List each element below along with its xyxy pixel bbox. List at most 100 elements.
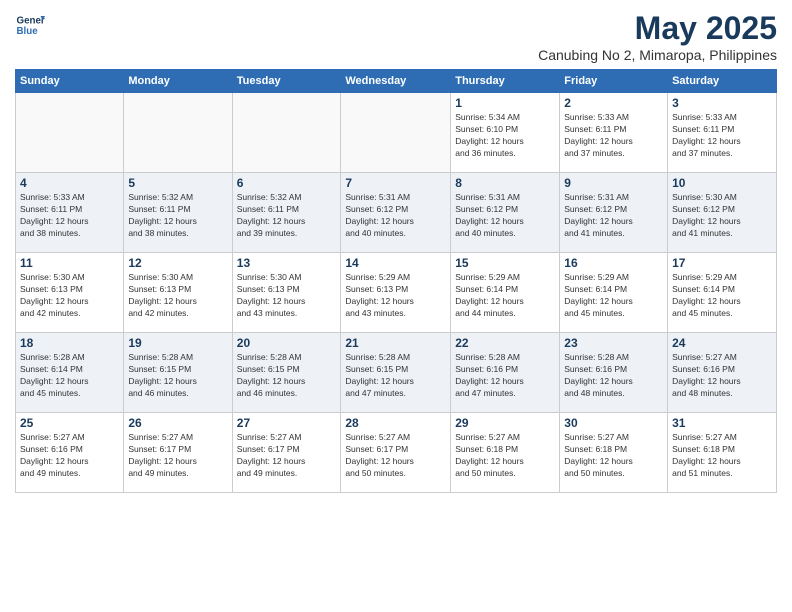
day-info: Sunrise: 5:29 AM Sunset: 6:14 PM Dayligh… [455,272,555,320]
calendar-cell-r1-c5: 9 Sunrise: 5:31 AM Sunset: 6:12 PM Daylig… [560,173,668,253]
day-number: 23 [564,336,663,350]
day-info: Sunrise: 5:29 AM Sunset: 6:13 PM Dayligh… [345,272,446,320]
day-info: Sunrise: 5:27 AM Sunset: 6:17 PM Dayligh… [345,432,446,480]
day-info: Sunrise: 5:31 AM Sunset: 6:12 PM Dayligh… [564,192,663,240]
day-number: 3 [672,96,772,110]
day-number: 7 [345,176,446,190]
calendar-cell-r2-c3: 14Sunrise: 5:29 AM Sunset: 6:13 PM Dayli… [341,253,451,333]
calendar-cell-r0-c6: 3 Sunrise: 5:33 AM Sunset: 6:11 PM Daylig… [668,93,777,173]
day-number: 9 [564,176,663,190]
calendar-cell-r4-c6: 31 Sunrise: 5:27 AM Sunset: 6:18 PM Dayli… [668,413,777,493]
day-info: Sunrise: 5:27 AM Sunset: 6:16 PM Dayligh… [672,352,772,400]
svg-text:Blue: Blue [17,26,39,37]
calendar-cell-r3-c0: 18 Sunrise: 5:28 AM Sunset: 6:14 PM Dayli… [16,333,124,413]
logo-icon: General Blue [15,10,45,40]
day-info: Sunrise: 5:32 AM Sunset: 6:11 PM Dayligh… [128,192,227,240]
header: General Blue May 2025 Canubing No 2, Mim… [15,10,777,63]
day-number: 6 [237,176,337,190]
calendar-cell-r1-c1: 5 Sunrise: 5:32 AM Sunset: 6:11 PM Daylig… [124,173,232,253]
day-info: Sunrise: 5:27 AM Sunset: 6:16 PM Dayligh… [20,432,119,480]
day-number: 21 [345,336,446,350]
calendar-cell-r2-c1: 12Sunrise: 5:30 AM Sunset: 6:13 PM Dayli… [124,253,232,333]
day-info: Sunrise: 5:28 AM Sunset: 6:16 PM Dayligh… [564,352,663,400]
calendar-cell-r4-c1: 26Sunrise: 5:27 AM Sunset: 6:17 PM Dayli… [124,413,232,493]
day-info: Sunrise: 5:30 AM Sunset: 6:13 PM Dayligh… [20,272,119,320]
day-number: 16 [564,256,663,270]
svg-text:General: General [17,16,46,27]
day-info: Sunrise: 5:28 AM Sunset: 6:16 PM Dayligh… [455,352,555,400]
calendar-row-0: 1 Sunrise: 5:34 AM Sunset: 6:10 PM Daylig… [16,93,777,173]
day-number: 26 [128,416,227,430]
day-info: Sunrise: 5:30 AM Sunset: 6:13 PM Dayligh… [237,272,337,320]
calendar-cell-r3-c2: 20Sunrise: 5:28 AM Sunset: 6:15 PM Dayli… [232,333,341,413]
calendar-cell-r1-c6: 10 Sunrise: 5:30 AM Sunset: 6:12 PM Dayli… [668,173,777,253]
calendar-cell-r0-c1 [124,93,232,173]
calendar-cell-r3-c1: 19 Sunrise: 5:28 AM Sunset: 6:15 PM Dayli… [124,333,232,413]
day-number: 29 [455,416,555,430]
calendar-cell-r4-c4: 29 Sunrise: 5:27 AM Sunset: 6:18 PM Dayli… [451,413,560,493]
day-number: 1 [455,96,555,110]
day-info: Sunrise: 5:28 AM Sunset: 6:15 PM Dayligh… [128,352,227,400]
day-info: Sunrise: 5:32 AM Sunset: 6:11 PM Dayligh… [237,192,337,240]
title-section: May 2025 Canubing No 2, Mimaropa, Philip… [538,10,777,63]
day-info: Sunrise: 5:28 AM Sunset: 6:14 PM Dayligh… [20,352,119,400]
day-number: 2 [564,96,663,110]
calendar-row-4: 25Sunrise: 5:27 AM Sunset: 6:16 PM Dayli… [16,413,777,493]
day-number: 18 [20,336,119,350]
calendar-cell-r0-c0 [16,93,124,173]
calendar-cell-r0-c4: 1 Sunrise: 5:34 AM Sunset: 6:10 PM Daylig… [451,93,560,173]
day-number: 19 [128,336,227,350]
day-info: Sunrise: 5:27 AM Sunset: 6:17 PM Dayligh… [237,432,337,480]
calendar-cell-r4-c2: 27Sunrise: 5:27 AM Sunset: 6:17 PM Dayli… [232,413,341,493]
day-info: Sunrise: 5:30 AM Sunset: 6:13 PM Dayligh… [128,272,227,320]
page: General Blue May 2025 Canubing No 2, Mim… [0,0,792,612]
day-number: 24 [672,336,772,350]
day-number: 15 [455,256,555,270]
calendar-cell-r2-c2: 13 Sunrise: 5:30 AM Sunset: 6:13 PM Dayli… [232,253,341,333]
calendar-row-1: 4 Sunrise: 5:33 AM Sunset: 6:11 PM Daylig… [16,173,777,253]
day-number: 13 [237,256,337,270]
day-number: 17 [672,256,772,270]
day-info: Sunrise: 5:28 AM Sunset: 6:15 PM Dayligh… [237,352,337,400]
calendar-cell-r4-c3: 28 Sunrise: 5:27 AM Sunset: 6:17 PM Dayli… [341,413,451,493]
day-number: 22 [455,336,555,350]
header-wednesday: Wednesday [341,70,451,93]
calendar-cell-r3-c4: 22 Sunrise: 5:28 AM Sunset: 6:16 PM Dayli… [451,333,560,413]
day-info: Sunrise: 5:33 AM Sunset: 6:11 PM Dayligh… [672,112,772,160]
calendar-row-2: 11Sunrise: 5:30 AM Sunset: 6:13 PM Dayli… [16,253,777,333]
day-number: 8 [455,176,555,190]
day-info: Sunrise: 5:33 AM Sunset: 6:11 PM Dayligh… [20,192,119,240]
calendar: Sunday Monday Tuesday Wednesday Thursday… [15,69,777,493]
day-number: 30 [564,416,663,430]
calendar-cell-r3-c6: 24 Sunrise: 5:27 AM Sunset: 6:16 PM Dayli… [668,333,777,413]
header-thursday: Thursday [451,70,560,93]
calendar-cell-r3-c3: 21 Sunrise: 5:28 AM Sunset: 6:15 PM Dayli… [341,333,451,413]
day-number: 28 [345,416,446,430]
day-number: 10 [672,176,772,190]
calendar-cell-r4-c5: 30Sunrise: 5:27 AM Sunset: 6:18 PM Dayli… [560,413,668,493]
day-info: Sunrise: 5:30 AM Sunset: 6:12 PM Dayligh… [672,192,772,240]
calendar-cell-r1-c0: 4 Sunrise: 5:33 AM Sunset: 6:11 PM Daylig… [16,173,124,253]
header-saturday: Saturday [668,70,777,93]
day-number: 31 [672,416,772,430]
day-info: Sunrise: 5:27 AM Sunset: 6:18 PM Dayligh… [455,432,555,480]
calendar-cell-r2-c0: 11Sunrise: 5:30 AM Sunset: 6:13 PM Dayli… [16,253,124,333]
day-info: Sunrise: 5:27 AM Sunset: 6:18 PM Dayligh… [672,432,772,480]
day-info: Sunrise: 5:33 AM Sunset: 6:11 PM Dayligh… [564,112,663,160]
day-info: Sunrise: 5:31 AM Sunset: 6:12 PM Dayligh… [345,192,446,240]
calendar-cell-r2-c4: 15 Sunrise: 5:29 AM Sunset: 6:14 PM Dayli… [451,253,560,333]
calendar-cell-r1-c2: 6 Sunrise: 5:32 AM Sunset: 6:11 PM Daylig… [232,173,341,253]
weekday-header-row: Sunday Monday Tuesday Wednesday Thursday… [16,70,777,93]
day-info: Sunrise: 5:31 AM Sunset: 6:12 PM Dayligh… [455,192,555,240]
calendar-cell-r1-c3: 7 Sunrise: 5:31 AM Sunset: 6:12 PM Daylig… [341,173,451,253]
day-number: 4 [20,176,119,190]
day-info: Sunrise: 5:28 AM Sunset: 6:15 PM Dayligh… [345,352,446,400]
calendar-cell-r2-c6: 17Sunrise: 5:29 AM Sunset: 6:14 PM Dayli… [668,253,777,333]
calendar-cell-r2-c5: 16Sunrise: 5:29 AM Sunset: 6:14 PM Dayli… [560,253,668,333]
day-info: Sunrise: 5:34 AM Sunset: 6:10 PM Dayligh… [455,112,555,160]
day-number: 5 [128,176,227,190]
header-tuesday: Tuesday [232,70,341,93]
calendar-cell-r4-c0: 25Sunrise: 5:27 AM Sunset: 6:16 PM Dayli… [16,413,124,493]
main-title: May 2025 [538,10,777,47]
subtitle: Canubing No 2, Mimaropa, Philippines [538,47,777,63]
